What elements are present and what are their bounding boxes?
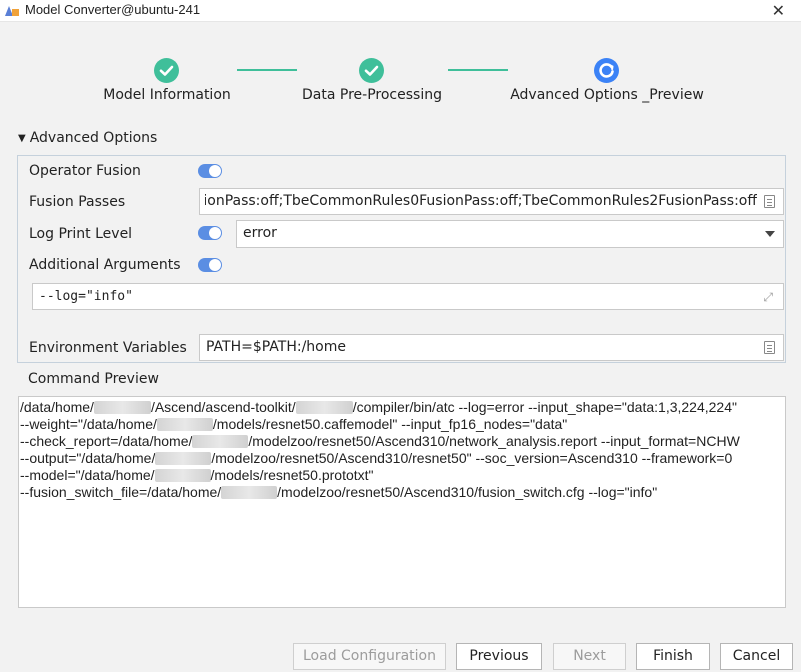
redacted-text <box>154 469 211 482</box>
previous-button[interactable]: Previous <box>456 643 542 670</box>
command-preview-label: Command Preview <box>28 371 159 387</box>
window-title: Model Converter@ubuntu-241 <box>25 2 201 17</box>
app-icon <box>4 4 20 17</box>
redacted-text <box>93 401 151 414</box>
triangle-down-icon: ▼ <box>18 133 26 144</box>
advanced-options-toggle[interactable]: ▼ Advanced Options <box>18 130 157 146</box>
redacted-text <box>155 452 212 465</box>
redacted-text <box>156 418 213 431</box>
step-label-advanced-options: Advanced Options _Preview <box>510 87 704 103</box>
advanced-options-label: Advanced Options <box>29 130 158 146</box>
log-print-level-label: Log Print Level <box>29 226 133 242</box>
finish-button[interactable]: Finish <box>636 643 710 670</box>
environment-variables-value: PATH=$PATH:/home <box>206 339 346 355</box>
preview-line: --model="/data/home//models/resnet50.pro… <box>20 467 374 483</box>
preview-line: /data/home//Ascend/ascend-toolkit//compi… <box>20 399 737 415</box>
log-level-select[interactable]: error <box>236 220 784 248</box>
chevron-down-icon <box>765 231 775 237</box>
step-label-data-preprocessing: Data Pre-Processing <box>302 87 442 103</box>
operator-fusion-toggle[interactable] <box>198 164 222 178</box>
environment-variables-label: Environment Variables <box>29 340 187 356</box>
preview-line: --fusion_switch_file=/data/home//modelzo… <box>20 484 658 500</box>
environment-variables-field[interactable]: PATH=$PATH:/home <box>199 334 784 361</box>
next-button[interactable]: Next <box>553 643 626 670</box>
additional-arguments-toggle[interactable] <box>198 258 222 272</box>
step-label-model-information: Model Information <box>103 87 231 103</box>
close-icon[interactable]: ✕ <box>772 1 785 20</box>
command-preview-box[interactable]: /data/home//Ascend/ascend-toolkit//compi… <box>18 396 786 608</box>
document-icon[interactable] <box>764 195 775 208</box>
preview-line: --check_report=/data/home//modelzoo/resn… <box>20 433 740 449</box>
load-configuration-button[interactable]: Load Configuration <box>293 643 446 670</box>
title-bar: Model Converter@ubuntu-241 ✕ <box>0 0 801 22</box>
wizard-stepper: Model Information Data Pre-Processing Ad… <box>0 55 801 110</box>
additional-arguments-input[interactable]: --log="info" ⤢ <box>32 283 784 310</box>
redacted-text <box>295 401 353 414</box>
redacted-text <box>192 435 249 448</box>
preview-line: --weight="/data/home//models/resnet50.ca… <box>20 416 568 432</box>
expand-icon[interactable]: ⤢ <box>763 290 773 305</box>
check-circle-icon <box>154 58 179 83</box>
additional-arguments-label: Additional Arguments <box>29 257 181 273</box>
log-print-level-toggle[interactable] <box>198 226 222 240</box>
in-progress-icon <box>594 58 619 83</box>
preview-line: --output="/data/home//modelzoo/resnet50/… <box>20 450 733 466</box>
redacted-text <box>221 486 278 499</box>
additional-arguments-value: --log="info" <box>39 289 133 304</box>
check-circle-icon <box>359 58 384 83</box>
step-connector <box>448 69 508 71</box>
fusion-passes-label: Fusion Passes <box>29 194 126 210</box>
document-icon[interactable] <box>764 341 775 354</box>
advanced-options-panel: Operator Fusion Fusion Passes FusionPass… <box>17 155 786 363</box>
fusion-passes-value: FusionPass:off;TbeCommonRules0FusionPass… <box>205 193 757 209</box>
step-connector <box>237 69 297 71</box>
log-level-selected: error <box>243 225 277 241</box>
fusion-passes-field[interactable]: FusionPass:off;TbeCommonRules0FusionPass… <box>199 188 784 215</box>
operator-fusion-label: Operator Fusion <box>29 163 141 179</box>
cancel-button[interactable]: Cancel <box>720 643 793 670</box>
